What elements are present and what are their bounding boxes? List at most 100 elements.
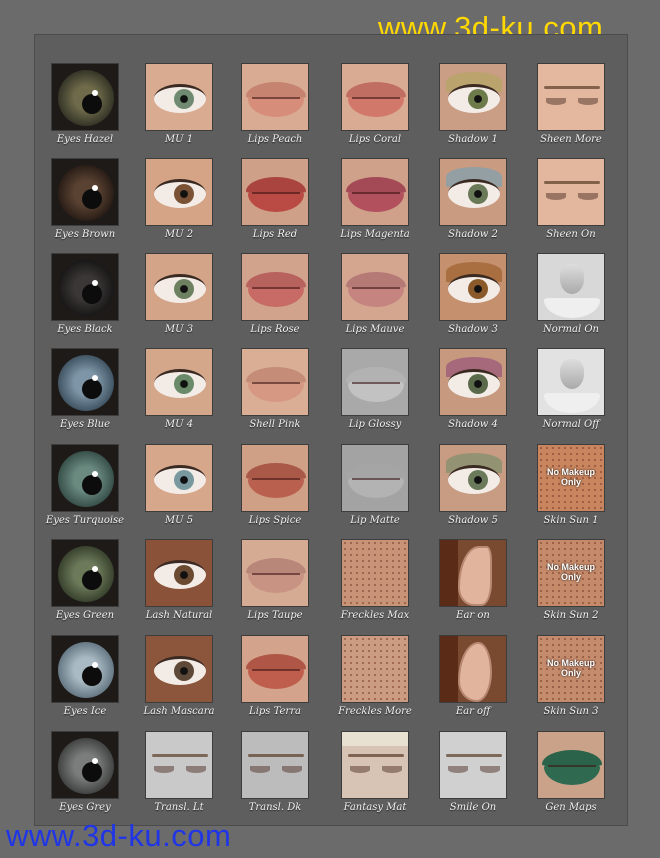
nose-graphic	[560, 264, 584, 294]
swatch-mu-4[interactable]	[145, 348, 213, 416]
swatch-shadow-4[interactable]	[439, 348, 507, 416]
swatch-lips-magenta[interactable]	[341, 158, 409, 226]
swatch-mu-3[interactable]	[145, 253, 213, 321]
swatch-normal-off[interactable]	[537, 348, 605, 416]
swatch-lips-coral[interactable]	[341, 63, 409, 131]
swatch-label: Lip Glossy	[348, 419, 402, 430]
swatch-label: Eyes Black	[57, 324, 113, 335]
swatch-lips-rose[interactable]	[241, 253, 309, 321]
swatch-shadow-5[interactable]	[439, 444, 507, 512]
eye-graphic	[448, 84, 500, 113]
swatch-lash-mascara[interactable]	[145, 635, 213, 703]
swatch-ear-on[interactable]	[439, 539, 507, 607]
iris-graphic	[468, 89, 488, 109]
pupil-graphic	[82, 284, 102, 304]
swatch-lip-matte[interactable]	[341, 444, 409, 512]
swatch-mu-2[interactable]	[145, 158, 213, 226]
swatch-label: Skin Sun 2	[543, 610, 599, 621]
pupil-graphic	[82, 762, 102, 782]
swatch-lash-natural[interactable]	[145, 539, 213, 607]
upper-lip-graphic	[246, 272, 306, 288]
no-makeup-note: No Makeup Only	[546, 658, 595, 678]
swatch-label: Eyes Green	[55, 610, 115, 621]
swatch-lips-terra[interactable]	[241, 635, 309, 703]
swatch-eyes-green[interactable]	[51, 539, 119, 607]
iris-graphic	[58, 165, 114, 221]
nose-graphic	[560, 359, 584, 389]
swatch-transl-lt[interactable]	[145, 731, 213, 799]
swatch-shadow-3[interactable]	[439, 253, 507, 321]
swatch-shadow-2[interactable]	[439, 158, 507, 226]
swatch-label: MU 5	[164, 515, 194, 526]
iris-graphic	[58, 260, 114, 316]
swatch-gen-maps[interactable]	[537, 731, 605, 799]
swatch-freckles-more[interactable]	[341, 635, 409, 703]
swatch-label: Shadow 5	[448, 515, 498, 526]
lower-lip-graphic	[348, 287, 404, 307]
swatch-sheen-on[interactable]	[537, 158, 605, 226]
swatch-skin-sun-2[interactable]: No Makeup Only	[537, 539, 605, 607]
mouth-line-graphic	[352, 478, 400, 480]
mouth-line-graphic	[352, 192, 400, 194]
eyelid-graphic	[546, 193, 566, 200]
swatch-eyes-blue[interactable]	[51, 348, 119, 416]
upper-lip-graphic	[246, 82, 306, 98]
eyelid-graphic	[350, 766, 370, 773]
swatch-label: Lips Peach	[247, 134, 303, 145]
swatch-label: Ear off	[455, 706, 491, 717]
swatch-label: Shadow 1	[448, 134, 498, 145]
eyelid-graphic	[250, 766, 270, 773]
swatch-freckles-max[interactable]	[341, 539, 409, 607]
swatch-mu-5[interactable]	[145, 444, 213, 512]
swatch-eyes-hazel[interactable]	[51, 63, 119, 131]
swatch-mu-1[interactable]	[145, 63, 213, 131]
swatch-label: Eyes Turquoise	[45, 515, 125, 526]
iris-graphic	[174, 184, 194, 204]
upper-lip-graphic	[346, 177, 406, 193]
swatch-eyes-grey[interactable]	[51, 731, 119, 799]
swatch-lip-glossy[interactable]	[341, 348, 409, 416]
lower-lip-graphic	[248, 97, 304, 117]
swatch-lips-peach[interactable]	[241, 63, 309, 131]
swatch-label: Lip Matte	[350, 515, 400, 526]
mouth-line-graphic	[252, 97, 300, 99]
mouth-line-graphic	[352, 382, 400, 384]
swatch-smile-on[interactable]	[439, 731, 507, 799]
swatch-skin-sun-3[interactable]: No Makeup Only	[537, 635, 605, 703]
swatch-shell-pink[interactable]	[241, 348, 309, 416]
swatch-lips-taupe[interactable]	[241, 539, 309, 607]
iris-graphic	[58, 355, 114, 411]
swatch-lips-mauve[interactable]	[341, 253, 409, 321]
swatch-label: MU 3	[164, 324, 194, 335]
swatch-transl-dk[interactable]	[241, 731, 309, 799]
iris-graphic	[174, 279, 194, 299]
swatch-label: MU 4	[164, 419, 194, 430]
mouth-line-graphic	[252, 573, 300, 575]
swatch-label: Eyes Hazel	[56, 134, 114, 145]
swatch-eyes-brown[interactable]	[51, 158, 119, 226]
swatch-label: MU 2	[164, 229, 194, 240]
swatch-sheen-more[interactable]	[537, 63, 605, 131]
swatch-eyes-black[interactable]	[51, 253, 119, 321]
swatch-label: Skin Sun 3	[543, 706, 599, 717]
swatch-eyes-turquoise[interactable]	[51, 444, 119, 512]
lower-lip-graphic	[348, 382, 404, 402]
hair-graphic	[342, 732, 408, 746]
swatch-lips-spice[interactable]	[241, 444, 309, 512]
swatch-skin-sun-1[interactable]: No Makeup Only	[537, 444, 605, 512]
swatch-lips-red[interactable]	[241, 158, 309, 226]
swatch-ear-off[interactable]	[439, 635, 507, 703]
swatch-normal-on[interactable]	[537, 253, 605, 321]
swatch-shadow-1[interactable]	[439, 63, 507, 131]
swatch-label: Skin Sun 1	[543, 515, 599, 526]
swatch-label: Freckles Max	[340, 610, 410, 621]
pupil-graphic	[82, 570, 102, 590]
highlight-graphic	[92, 471, 98, 477]
upper-lip-graphic	[346, 82, 406, 98]
swatch-fantasy-mat[interactable]	[341, 731, 409, 799]
highlight-graphic	[92, 566, 98, 572]
iris-graphic	[174, 565, 194, 585]
brow-graphic	[152, 754, 208, 757]
swatch-eyes-ice[interactable]	[51, 635, 119, 703]
upper-lip-graphic	[246, 367, 306, 383]
